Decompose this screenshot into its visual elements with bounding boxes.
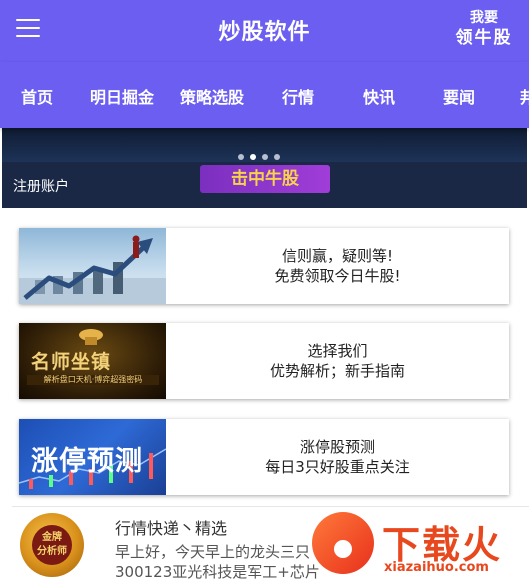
card-line2: 优势解析；新手指南	[269, 362, 405, 380]
card-image-title: 名师坐镇	[31, 351, 112, 373]
tab-strategy-picks[interactable]: 策略选股	[180, 84, 244, 108]
badge-line1: 金牌	[42, 532, 62, 543]
carousel-dot[interactable]	[238, 154, 244, 160]
promo-card-free-stock[interactable]: 信则赢，疑则等! 免费领取今日牛股!	[19, 228, 509, 304]
promo-card-choose-us[interactable]: 名师坐镇 解析盘口天机·博弈超强密码 选择我们 优势解析；新手指南	[19, 323, 509, 399]
card-image-subtitle: 解析盘口天机·博弈超强密码	[43, 375, 143, 384]
tab-flash-news[interactable]: 快讯	[363, 84, 395, 108]
card-line1: 选择我们	[307, 342, 368, 360]
card-text: 涨停股预测 每日3只好股重点关注	[166, 419, 509, 495]
card-image-title: 涨停预测	[31, 446, 143, 477]
fire-logo-icon	[312, 512, 374, 574]
watermark-url: xiazaihuo.com	[384, 560, 489, 575]
category-tabs: 首页 明日掘金 策略选股 行情 快讯 要闻 邦	[0, 62, 529, 128]
brand-logo: 我要 领牛股	[449, 8, 519, 48]
promo-card-limit-up[interactable]: 涨停预测 涨停股预测 每日3只好股重点关注	[19, 419, 509, 495]
brand-line2: 领牛股	[455, 28, 513, 48]
card-line2: 免费领取今日牛股!	[274, 267, 401, 285]
tab-market[interactable]: 行情	[282, 84, 314, 108]
brand-line1: 我要	[470, 10, 498, 26]
carousel-dot[interactable]	[262, 154, 268, 160]
card-image-master: 名师坐镇 解析盘口天机·博弈超强密码	[19, 323, 166, 399]
news-line1: 早上好，今天早上的龙头三只	[115, 543, 311, 561]
site-watermark: 下载火 xiazaihuo.com	[312, 510, 529, 580]
hit-bull-stock-button[interactable]: 击中牛股	[200, 165, 330, 193]
rising-arrow-icon	[19, 235, 166, 304]
news-line2: 300123亚光科技是军工+芯片	[115, 563, 320, 581]
carousel-dot[interactable]	[274, 154, 280, 160]
tab-home[interactable]: 首页	[21, 84, 53, 108]
card-image-subtitle-bar: 解析盘口天机·博弈超强密码	[27, 375, 159, 385]
gold-analyst-badge-icon: 金牌 分析师	[20, 513, 84, 577]
news-heading: 行情快递丶精选	[115, 519, 228, 538]
card-line2: 每日3只好股重点关注	[265, 458, 410, 476]
register-account-link[interactable]: 注册账户	[13, 176, 69, 196]
carousel-indicator	[238, 145, 286, 164]
card-text: 信则赢，疑则等! 免费领取今日牛股!	[166, 228, 509, 304]
card-line1: 涨停股预测	[299, 438, 375, 456]
card-text: 选择我们 优势解析；新手指南	[166, 323, 509, 399]
tab-headlines[interactable]: 要闻	[443, 84, 475, 108]
card-image-rising-arrow	[19, 228, 166, 304]
card-image-limit-up: 涨停预测	[19, 419, 166, 495]
badge-line2: 分析师	[37, 546, 67, 557]
app-header: 炒股软件 我要 领牛股	[0, 0, 529, 62]
carousel-dot-active[interactable]	[250, 154, 256, 160]
tab-tomorrow-gold[interactable]: 明日掘金	[90, 84, 154, 108]
badge-text: 金牌 分析师	[32, 525, 72, 565]
card-line1: 信则赢，疑则等!	[281, 247, 393, 265]
tab-more[interactable]: 邦	[520, 84, 529, 108]
